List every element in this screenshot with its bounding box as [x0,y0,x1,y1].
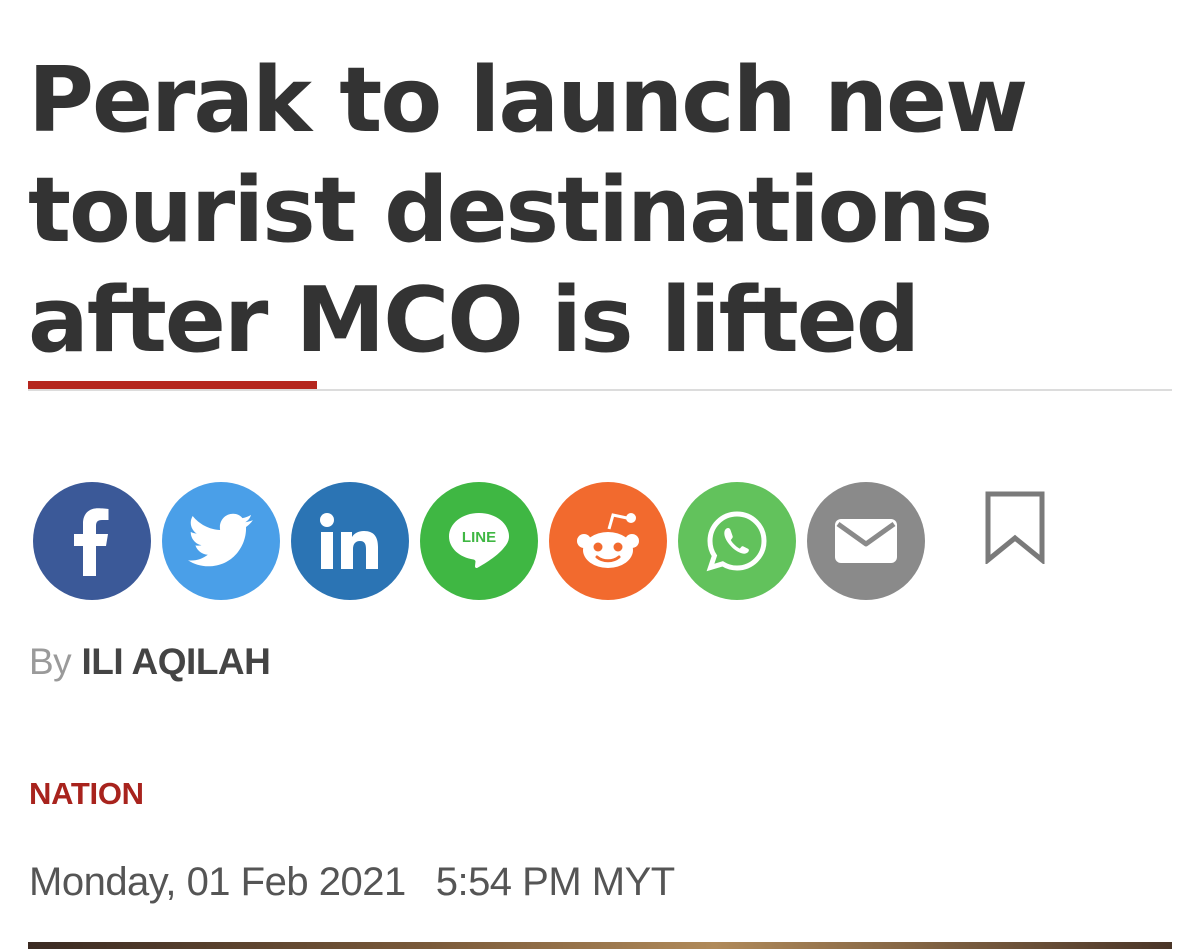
share-facebook-button[interactable] [33,482,151,600]
publish-time: 5:54 PM MYT [435,860,676,904]
share-twitter-button[interactable] [162,482,280,600]
facebook-icon [74,508,109,576]
byline: By ILI AQILAH [29,638,271,686]
line-logo-text: LINE [462,529,496,546]
linkedin-icon [320,513,378,569]
byline-prefix: By [29,641,72,682]
share-whatsapp-button[interactable] [678,482,796,600]
share-line-button[interactable]: LINE [420,482,538,600]
bookmark-button[interactable] [983,490,1047,569]
share-email-button[interactable] [807,482,925,600]
author-link[interactable]: ILI AQILAH [81,641,270,682]
share-bar: LINE [33,482,1133,600]
whatsapp-icon [706,511,767,572]
twitter-icon [188,513,253,567]
hero-image [28,942,1172,949]
envelope-icon [835,519,897,563]
dateline: Monday, 01 Feb 2021 5:54 PM MYT [29,856,675,908]
category-link[interactable]: NATION [29,774,144,814]
headline-accent-bar [28,381,317,389]
line-icon: LINE [449,513,509,568]
article-headline: Perak to launch new tourist destinations… [28,48,1028,373]
share-reddit-button[interactable] [549,482,667,600]
bookmark-icon [985,491,1045,566]
headline-divider [28,389,1172,391]
reddit-icon [577,513,639,568]
publish-date: Monday, 01 Feb 2021 [29,860,406,904]
share-linkedin-button[interactable] [291,482,409,600]
